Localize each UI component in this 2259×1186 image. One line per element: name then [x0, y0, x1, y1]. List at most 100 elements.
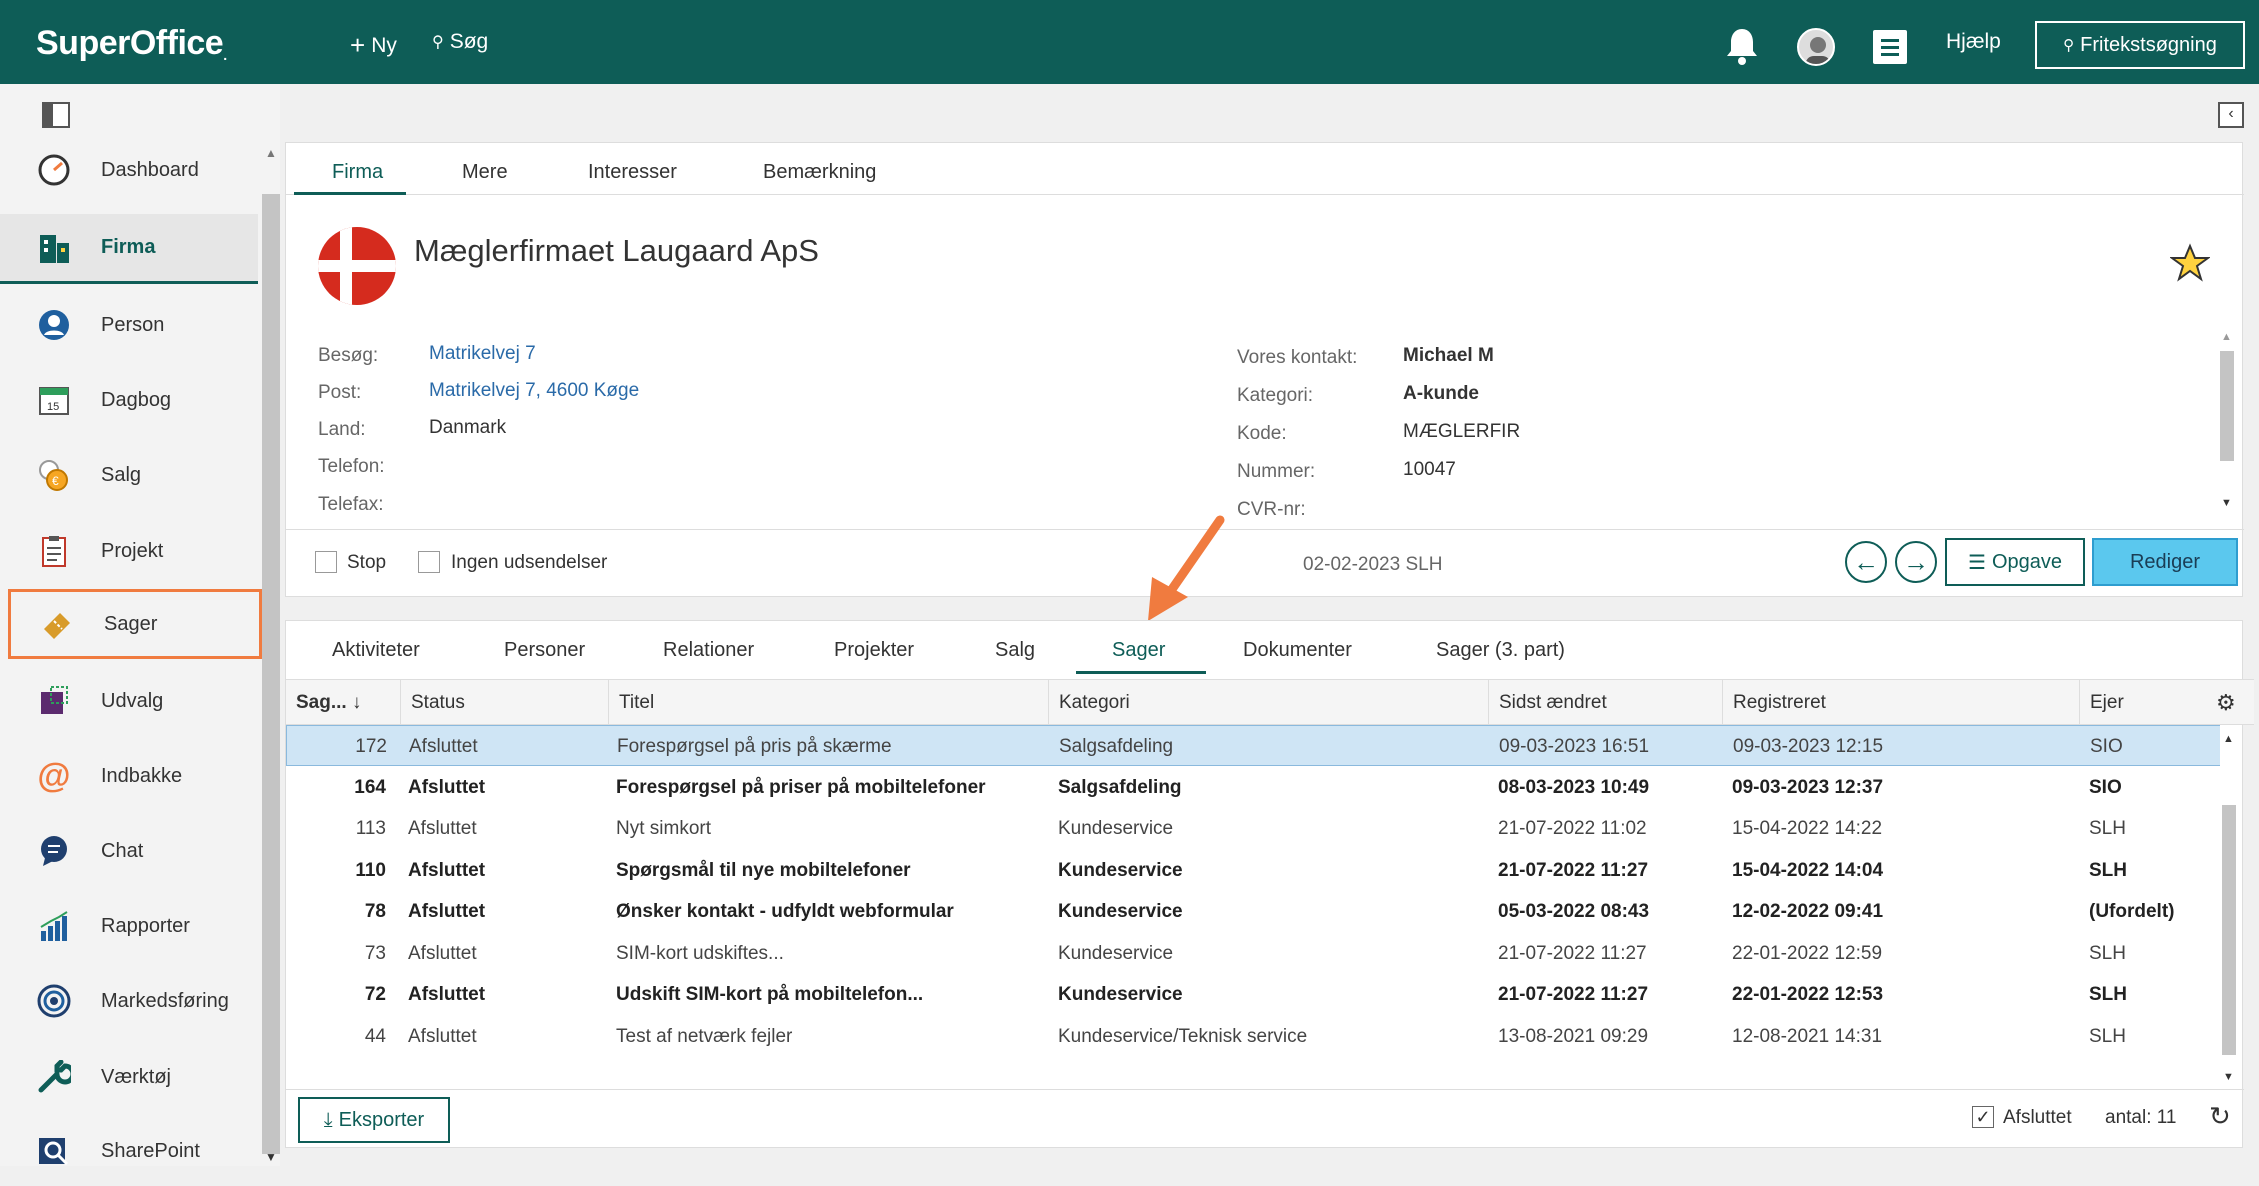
cell-owner: SIO — [2090, 736, 2123, 757]
bell-icon[interactable] — [1724, 26, 1760, 71]
sidebar-item-udvalg[interactable]: Udvalg — [8, 666, 258, 736]
table-row[interactable]: 72 Afsluttet Udskift SIM-kort på mobiltele… — [286, 974, 2226, 1015]
favorite-star-icon[interactable] — [2168, 243, 2212, 288]
tab-mere[interactable]: Mere — [462, 161, 508, 184]
table-row[interactable]: 78 Afsluttet Ønsker kontakt - udfyldt webf… — [286, 891, 2226, 932]
closed-label: Afsluttet — [2003, 1107, 2072, 1128]
col-header-id[interactable]: Sag... ↓ — [286, 680, 400, 726]
task-button[interactable]: ☰ Opgave — [1945, 538, 2085, 586]
field-value-vores-kontakt[interactable]: Michael M — [1403, 345, 1494, 367]
field-value-post[interactable]: Matrikelvej 7, 4600 Køge — [429, 380, 639, 402]
cell-registered: 12-02-2022 09:41 — [1732, 901, 1884, 922]
menu-icon[interactable] — [1873, 30, 1907, 64]
tab-sager[interactable]: Sager — [1112, 639, 1165, 662]
refresh-icon[interactable]: ↻ — [2209, 1101, 2231, 1132]
cell-title: Spørgsmål til nye mobiltelefoner — [616, 859, 911, 881]
new-button[interactable]: + Ny — [350, 30, 397, 61]
search-button[interactable]: ⚲ Søg — [432, 30, 488, 54]
grid-scrollbar[interactable]: ▲ ▼ — [2220, 725, 2238, 1089]
previous-arrow-icon[interactable]: ← — [1845, 541, 1887, 583]
sidebar-item-indbakke[interactable]: @ Indbakke — [8, 741, 258, 811]
col-header-titel[interactable]: Titel — [608, 680, 1048, 726]
tab-relationer[interactable]: Relationer — [663, 639, 754, 662]
cell-title: Nyt simkort — [616, 818, 711, 839]
sidebar-item-firma[interactable]: Firma — [0, 214, 258, 284]
search-icon: ⚲ — [432, 34, 444, 51]
tab-bemaerkning[interactable]: Bemærkning — [763, 161, 876, 184]
col-header-sidst-aendret[interactable]: Sidst ændret — [1488, 680, 1722, 726]
tab-interesser[interactable]: Interesser — [588, 161, 677, 184]
cell-changed: 05-03-2022 08:43 — [1498, 901, 1650, 922]
sidebar-scroll-up-icon[interactable]: ▲ — [265, 146, 277, 160]
closed-checkbox[interactable]: ✓ — [1972, 1106, 1994, 1128]
cell-registered: 22-01-2022 12:59 — [1732, 942, 1883, 964]
sidebar-item-sager[interactable]: Sager — [8, 589, 262, 659]
field-label-besog: Besøg: — [318, 345, 379, 366]
tab-aktiviteter[interactable]: Aktiviteter — [332, 639, 420, 662]
table-row[interactable]: 164 Afsluttet Forespørgsel på priser på mo… — [286, 767, 2226, 808]
cell-title: Test af netværk fejler — [616, 1025, 793, 1047]
col-header-registreret[interactable]: Registreret — [1722, 680, 2079, 726]
sidebar-item-sharepoint[interactable]: SharePoint — [8, 1116, 258, 1186]
settings-gear-icon[interactable]: ⚙ — [2216, 690, 2236, 716]
field-label-land: Land: — [318, 419, 366, 440]
sidebar-scroll-down-icon[interactable]: ▼ — [265, 1150, 277, 1164]
tab-firma[interactable]: Firma — [332, 161, 383, 184]
help-link[interactable]: Hjælp — [1946, 30, 2001, 54]
col-header-ejer[interactable]: Ejer — [2079, 680, 2214, 726]
avatar[interactable] — [1797, 28, 1835, 66]
table-row[interactable]: 44 Afsluttet Test af netværk fejler Kundese… — [286, 1016, 2226, 1057]
table-row[interactable]: 172 Afsluttet Forespørgsel på pris på skær… — [286, 725, 2226, 766]
cell-id: 78 — [364, 901, 386, 922]
sidebar-item-chat[interactable]: Chat — [8, 816, 258, 886]
col-header-kategori[interactable]: Kategori — [1048, 680, 1488, 726]
cell-owner: SLH — [2089, 859, 2127, 881]
stop-checkbox[interactable] — [315, 551, 337, 573]
tab-dokumenter[interactable]: Dokumenter — [1243, 639, 1352, 662]
no-mail-checkbox[interactable] — [418, 551, 440, 573]
chat-icon — [36, 833, 72, 869]
logo[interactable]: SuperOffice. — [36, 24, 227, 63]
cell-title: Ønsker kontakt - udfyldt webformular — [616, 901, 954, 922]
cell-changed: 13-08-2021 09:29 — [1498, 1025, 1649, 1047]
case-rows: 172 Afsluttet Forespørgsel på pris på skær… — [286, 725, 2226, 1089]
table-row[interactable]: 113 Afsluttet Nyt simkort Kundeservice 21-07… — [286, 808, 2226, 849]
field-label-vores-kontakt: Vores kontakt: — [1237, 347, 1358, 368]
cell-owner: SIO — [2089, 776, 2122, 798]
cell-owner: SLH — [2089, 984, 2127, 1005]
cell-status: Afsluttet — [409, 736, 478, 757]
tab-projekter[interactable]: Projekter — [834, 639, 914, 662]
collapse-panel-icon[interactable]: ‹ — [2218, 102, 2244, 128]
tab-personer[interactable]: Personer — [504, 639, 585, 662]
sidebar-item-person[interactable]: Person — [8, 290, 258, 360]
table-row[interactable]: 73 Afsluttet SIM-kort udskiftes... Kundeser… — [286, 933, 2226, 974]
cell-id: 172 — [355, 736, 387, 757]
export-button[interactable]: ⤓ Eksporter — [298, 1097, 450, 1143]
cell-changed: 08-03-2023 10:49 — [1498, 776, 1650, 798]
freetext-search-button[interactable]: ⚲ Fritekstsøgning — [2035, 21, 2245, 69]
company-scrollbar[interactable]: ▲ ▼ — [2218, 331, 2236, 513]
svg-text:€: € — [52, 474, 59, 488]
tab-salg[interactable]: Salg — [995, 639, 1035, 662]
edit-button[interactable]: Rediger — [2092, 538, 2238, 586]
col-header-status[interactable]: Status — [400, 680, 608, 726]
field-value-besog[interactable]: Matrikelvej 7 — [429, 343, 536, 365]
table-row[interactable]: 110 Afsluttet Spørgsmål til nye mobiltelef… — [286, 850, 2226, 891]
sidebar-item-dagbog[interactable]: 15 Dagbog — [8, 365, 258, 435]
cell-title: SIM-kort udskiftes... — [616, 942, 784, 964]
next-arrow-icon[interactable]: → — [1895, 541, 1937, 583]
no-mail-label: Ingen udsendelser — [451, 552, 608, 573]
sidebar-item-vaerktoj[interactable]: Værktøj — [8, 1042, 258, 1112]
sidebar-item-projekt[interactable]: Projekt — [8, 516, 258, 586]
sidebar-item-dashboard[interactable]: Dashboard — [8, 135, 258, 205]
field-label-kategori: Kategori: — [1237, 385, 1314, 406]
tab-sager-3-part[interactable]: Sager (3. part) — [1436, 639, 1565, 662]
sidebar-toggle-icon[interactable] — [42, 102, 70, 128]
sidebar-item-salg[interactable]: € Salg — [8, 440, 258, 510]
sidebar-item-markedsforing[interactable]: Markedsføring — [8, 966, 258, 1036]
sidebar-item-rapporter[interactable]: Rapporter — [8, 891, 258, 961]
sidebar-scrollbar[interactable] — [262, 194, 280, 1154]
annotation-arrow — [1140, 515, 1230, 630]
dashboard-icon — [36, 152, 72, 188]
field-value-kode: MÆGLERFIR — [1403, 421, 1521, 442]
